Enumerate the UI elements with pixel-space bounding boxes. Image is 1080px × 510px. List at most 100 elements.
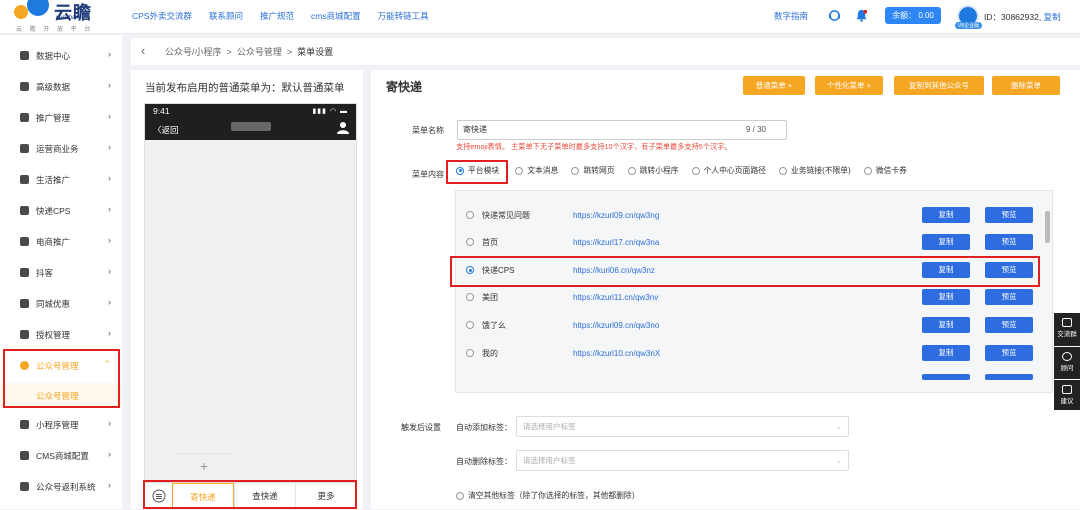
float-consultant[interactable]: 顾问 — [1054, 347, 1080, 379]
sidebar-item-advanced-data[interactable]: 高级数据 › — [0, 71, 122, 102]
copy-button[interactable]: 复制 — [922, 317, 970, 333]
radio-personal-center-path[interactable]: 个人中心页面路径 — [691, 165, 766, 176]
sidebar-item-ecommerce[interactable]: 电商推广 › — [0, 226, 122, 257]
add-normal-menu-button[interactable]: 普通菜单 + — [743, 76, 805, 95]
radio-circle[interactable] — [466, 293, 474, 301]
preview-button[interactable]: 预览 — [985, 345, 1033, 361]
float-group-chat[interactable]: 交流群 — [1054, 313, 1080, 346]
sidebar-item-operator[interactable]: 运营商业务 › — [0, 133, 122, 164]
logo[interactable]: 云瞻 yunzhan 云 瞻 开 放 平 台 — [14, 0, 104, 34]
sidebar-item-life[interactable]: 生活推广 › — [0, 164, 122, 195]
radio-circle[interactable] — [466, 211, 474, 219]
layers-icon — [20, 82, 29, 91]
crumb-link[interactable]: 公众号管理 — [237, 47, 282, 57]
radio-circle[interactable] — [466, 238, 474, 246]
guide-link[interactable]: 数字指南 — [774, 10, 808, 22]
copy-id-link[interactable]: 复制 — [1044, 12, 1061, 22]
radio-circle — [571, 166, 580, 175]
menu-editor-title: 寄快递 — [386, 80, 423, 94]
sidebar-item-auth[interactable]: 授权管理 › — [0, 319, 122, 350]
copy-button[interactable]: 复制 — [922, 262, 970, 278]
sidebar-subitem-official-account[interactable]: 公众号管理 — [36, 390, 79, 402]
bell-icon[interactable] — [855, 9, 868, 22]
balance-button[interactable]: 余额： 0.00 — [885, 7, 941, 24]
menu-name-input[interactable]: 寄快递 9 / 30 — [457, 120, 787, 140]
module-url[interactable]: https://kzurl09.cn/qw3no — [573, 321, 659, 330]
back-arrow-icon[interactable]: ‹ — [141, 43, 145, 58]
auto-remove-tag-select[interactable]: 请选择用户标签 ⌄ — [516, 450, 849, 471]
sidebar-item-cms[interactable]: CMS商城配置 › — [0, 440, 122, 471]
top-nav-link[interactable]: 万能转链工具 — [378, 10, 429, 22]
radio-circle[interactable] — [466, 321, 474, 329]
add-submenu-button[interactable]: + — [174, 453, 234, 477]
sidebar-item-local[interactable]: 同城优惠 › — [0, 288, 122, 319]
copy-button-partial[interactable] — [922, 374, 970, 380]
sidebar-item-label: 授权管理 — [36, 329, 71, 340]
menu-tab-query[interactable]: 查快递 — [234, 483, 295, 509]
module-row[interactable]: 首页 https://kzurl17.cn/qw3na 复制 预览 — [466, 232, 1034, 252]
sidebar-item-official-account[interactable]: 公众号管理 ⌃ — [0, 350, 122, 381]
auto-add-tag-select[interactable]: 请选择用户标签 ⌄ — [516, 416, 849, 437]
radio-business-link[interactable]: 业务链接(不限单) — [778, 165, 851, 176]
copy-button[interactable]: 复制 — [922, 234, 970, 250]
clear-other-tags-radio[interactable]: 清空其他标签（除了你选择的标签，其他都删除） — [456, 490, 640, 501]
radio-circle[interactable] — [466, 349, 474, 357]
customer-service-icon[interactable] — [828, 9, 841, 22]
preview-button[interactable]: 预览 — [985, 262, 1033, 278]
delete-menu-button[interactable]: 删除菜单 — [992, 76, 1060, 95]
scrollbar[interactable] — [1045, 211, 1050, 243]
menu-tab-more[interactable]: 更多 — [295, 483, 356, 509]
module-url[interactable]: https://kurl06.cn/qw3nz — [573, 266, 655, 275]
sidebar-item-rebate[interactable]: 公众号返利系统 › — [0, 471, 122, 502]
sidebar-item-express-cps[interactable]: 快递CPS › — [0, 195, 122, 226]
preview-button-partial[interactable] — [985, 374, 1033, 380]
sidebar-item-promotion[interactable]: 推广管理 › — [0, 102, 122, 133]
radio-wechat-card[interactable]: 微信卡券 — [863, 165, 907, 176]
keyboard-icon[interactable] — [145, 483, 172, 509]
module-row[interactable]: 美团 https://kzurl11.cn/qw3nv 复制 预览 — [466, 287, 1034, 307]
module-url[interactable]: https://kzurl10.cn/qw3nX — [573, 349, 660, 358]
module-url[interactable]: https://kzurl09.cn/qw3ng — [573, 211, 659, 220]
phone-back[interactable]: 〈返回 — [153, 124, 179, 136]
preview-button[interactable]: 预览 — [985, 234, 1033, 250]
top-nav-link[interactable]: cms商城配置 — [311, 10, 361, 22]
preview-button[interactable]: 预览 — [985, 317, 1033, 333]
chevron-right-icon: › — [108, 111, 111, 121]
module-url[interactable]: https://kzurl11.cn/qw3nv — [573, 293, 658, 302]
module-url[interactable]: https://kzurl17.cn/qw3na — [573, 238, 659, 247]
preview-button[interactable]: 预览 — [985, 289, 1033, 305]
module-row[interactable]: 我的 https://kzurl10.cn/qw3nX 复制 预览 — [466, 343, 1034, 363]
radio-circle[interactable] — [466, 266, 474, 274]
copy-to-other-account-button[interactable]: 复制到其他公众号 — [894, 76, 984, 95]
user-icon[interactable] — [337, 121, 349, 134]
sidebar-item-data-center[interactable]: 数据中心 › — [0, 40, 122, 71]
menu-name-tip: 支持emoji表情。 主菜单下无子菜单时最多支持10个汉字，有子菜单最多支持5个… — [456, 142, 732, 151]
radio-text-message[interactable]: 文本消息 — [515, 165, 558, 176]
module-row[interactable]: 快递CPS https://kurl06.cn/qw3nz 复制 预览 — [466, 260, 1034, 280]
copy-button[interactable]: 复制 — [922, 207, 970, 223]
sidebar-item-douke[interactable]: 抖客 › — [0, 257, 122, 288]
radio-web-page[interactable]: 跳转网页 — [571, 165, 615, 176]
preview-button[interactable]: 预览 — [985, 207, 1033, 223]
module-row[interactable]: 快递常见问题 https://kzurl09.cn/qw3ng 复制 预览 — [466, 205, 1034, 225]
radio-platform-module[interactable]: 平台模块 — [456, 165, 499, 176]
copy-button[interactable]: 复制 — [922, 289, 970, 305]
top-nav-link[interactable]: CPS外卖交流群 — [132, 10, 192, 22]
sidebar-item-mini-program[interactable]: 小程序管理 › — [0, 409, 122, 440]
menu-name-value: 寄快递 — [463, 125, 487, 134]
top-nav-link[interactable]: 推广规范 — [260, 10, 294, 22]
crumb-link[interactable]: 公众号/小程序 — [165, 47, 222, 57]
menu-tab-send[interactable]: 寄快递 — [172, 483, 234, 509]
copy-button[interactable]: 复制 — [922, 345, 970, 361]
auto-remove-tag-label: 自动删除标签： — [456, 457, 512, 466]
radio-mini-program[interactable]: 跳转小程序 — [627, 165, 679, 176]
clear-tags-option[interactable]: 清空其他标签（除了你选择的标签，其他都删除） — [456, 490, 653, 501]
float-suggestion[interactable]: 建议 — [1054, 380, 1080, 410]
document-icon — [20, 144, 29, 153]
module-row[interactable]: 饿了么 https://kzurl09.cn/qw3no 复制 预览 — [466, 315, 1034, 335]
menu-name-label: 菜单名称 — [412, 126, 444, 135]
add-personal-menu-button[interactable]: 个性化菜单 + — [815, 76, 883, 95]
radio-circle — [456, 491, 464, 500]
top-nav-link[interactable]: 联系顾问 — [209, 10, 243, 22]
chevron-right-icon: › — [108, 328, 111, 338]
